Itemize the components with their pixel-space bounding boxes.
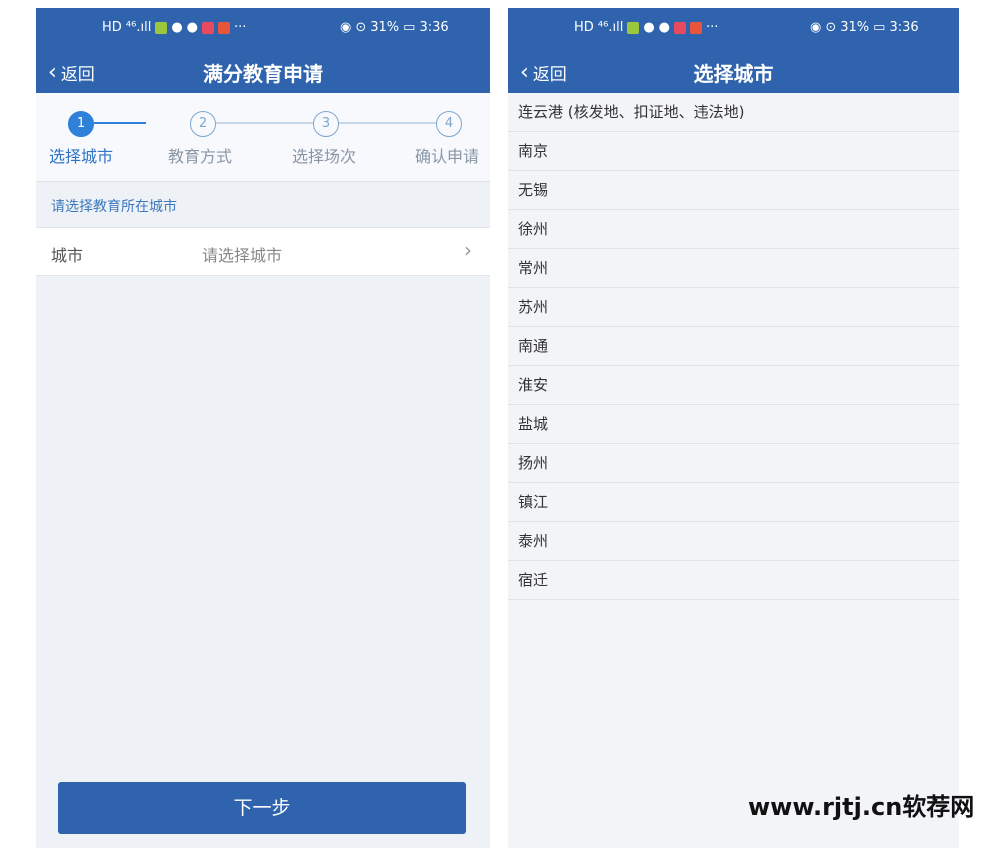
city-item[interactable]: 泰州 [508, 522, 959, 561]
signal-icon: HD ⁴⁶.ıll [102, 20, 152, 35]
phone-left-education-application: HD ⁴⁶.ıll ● ● ··· ◉ ⊙ 31% ▭ 3:36 ‹ 返回 满分… [36, 8, 490, 848]
location-icon: ⊙ [355, 20, 367, 35]
step-3-circle: 3 [313, 111, 339, 137]
eye-comfort-icon: ◉ [810, 20, 822, 35]
status-bar: HD ⁴⁶.ıll ● ● ··· ◉ ⊙ 31% ▭ 3:36 [36, 8, 490, 50]
step-2-label: 教育方式 [167, 147, 232, 166]
nav-bar: ‹ 返回 满分教育申请 [36, 50, 490, 93]
step-1-label: 选择城市 [48, 147, 113, 166]
step-progress: 1 2 3 4 选择城市 教育方式 选择场次 确认申请 [36, 93, 490, 182]
city-field-label: 城市 [51, 246, 84, 265]
more-notifications-icon: ··· [234, 20, 247, 35]
city-item[interactable]: 淮安 [508, 366, 959, 405]
city-hint: 请选择教育所在城市 [51, 199, 177, 215]
battery-percent: 31% [840, 20, 870, 35]
city-item[interactable]: 宿迁 [508, 561, 959, 600]
app-notification-icon [690, 21, 702, 34]
app-notification-icon [218, 21, 230, 34]
status-bar: HD ⁴⁶.ıll ● ● ··· ◉ ⊙ 31% ▭ 3:36 [508, 8, 959, 50]
step-connector [94, 122, 146, 124]
page-title: 选择城市 [693, 62, 774, 86]
more-notifications-icon: ··· [706, 20, 719, 35]
status-icons-right: ◉ ⊙ 31% ▭ 3:36 [340, 20, 449, 35]
page-title: 满分教育申请 [203, 62, 323, 86]
step-4-circle: 4 [436, 111, 462, 137]
app-notification-icon [155, 21, 168, 34]
nav-bar: ‹ 返回 选择城市 [508, 50, 959, 93]
city-item[interactable]: 常州 [508, 249, 959, 288]
city-item[interactable]: 徐州 [508, 210, 959, 249]
clock: 3:36 [889, 20, 919, 35]
step-connector [339, 122, 436, 124]
status-icons-left: HD ⁴⁶.ıll ● ● ··· [574, 20, 718, 35]
clock: 3:36 [419, 20, 449, 35]
city-item[interactable]: 南通 [508, 327, 959, 366]
city-item[interactable]: 无锡 [508, 171, 959, 210]
city-item[interactable]: 扬州 [508, 444, 959, 483]
step-4-label: 确认申请 [414, 147, 479, 166]
message-icon: ● [658, 20, 670, 35]
city-item[interactable]: 苏州 [508, 288, 959, 327]
city-item[interactable]: 镇江 [508, 483, 959, 522]
chevron-right-icon: › [464, 238, 472, 262]
city-item[interactable]: 南京 [508, 132, 959, 171]
message-icon: ● [186, 20, 198, 35]
app-notification-icon [674, 21, 686, 34]
app-notification-icon [627, 21, 640, 34]
city-item[interactable]: 连云港 (核发地、扣证地、违法地) [508, 93, 959, 132]
signal-icon: HD ⁴⁶.ıll [574, 20, 624, 35]
step-1-circle: 1 [68, 111, 94, 137]
battery-icon: ▭ [403, 20, 416, 35]
battery-percent: 31% [370, 20, 400, 35]
step-3-label: 选择场次 [291, 147, 356, 166]
site-watermark: www.rjtj.cn软荐网 [748, 793, 975, 821]
wechat-icon: ● [171, 20, 183, 35]
phone-right-select-city: HD ⁴⁶.ıll ● ● ··· ◉ ⊙ 31% ▭ 3:36 ‹ 返回 选择… [508, 8, 959, 848]
city-placeholder: 请选择城市 [202, 246, 283, 265]
step-2-circle: 2 [190, 111, 216, 137]
city-select-row[interactable]: 城市 请选择城市 › [36, 227, 490, 276]
status-icons-left: HD ⁴⁶.ıll ● ● ··· [102, 20, 246, 35]
location-icon: ⊙ [825, 20, 837, 35]
status-icons-right: ◉ ⊙ 31% ▭ 3:36 [810, 20, 919, 35]
battery-icon: ▭ [873, 20, 886, 35]
wechat-icon: ● [643, 20, 655, 35]
eye-comfort-icon: ◉ [340, 20, 352, 35]
step-connector [216, 122, 313, 124]
city-item[interactable]: 盐城 [508, 405, 959, 444]
app-notification-icon [202, 21, 214, 34]
city-list: 连云港 (核发地、扣证地、违法地) 南京 无锡 徐州 常州 苏州 南通 淮安 盐… [508, 93, 959, 600]
next-step-button[interactable]: 下一步 [58, 782, 466, 834]
